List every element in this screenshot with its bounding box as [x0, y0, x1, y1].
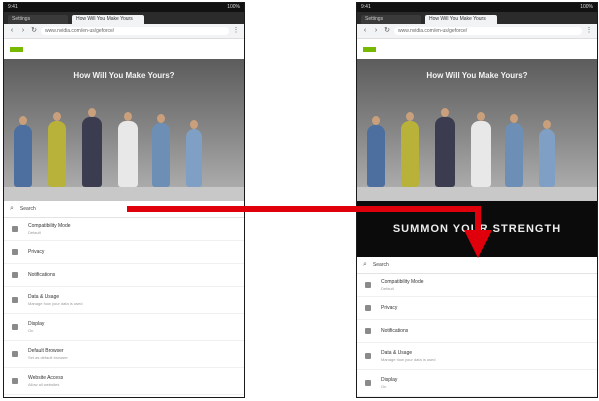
arrow-annotation	[127, 206, 492, 258]
arrow-line	[127, 206, 481, 232]
arrow-head	[464, 230, 492, 258]
